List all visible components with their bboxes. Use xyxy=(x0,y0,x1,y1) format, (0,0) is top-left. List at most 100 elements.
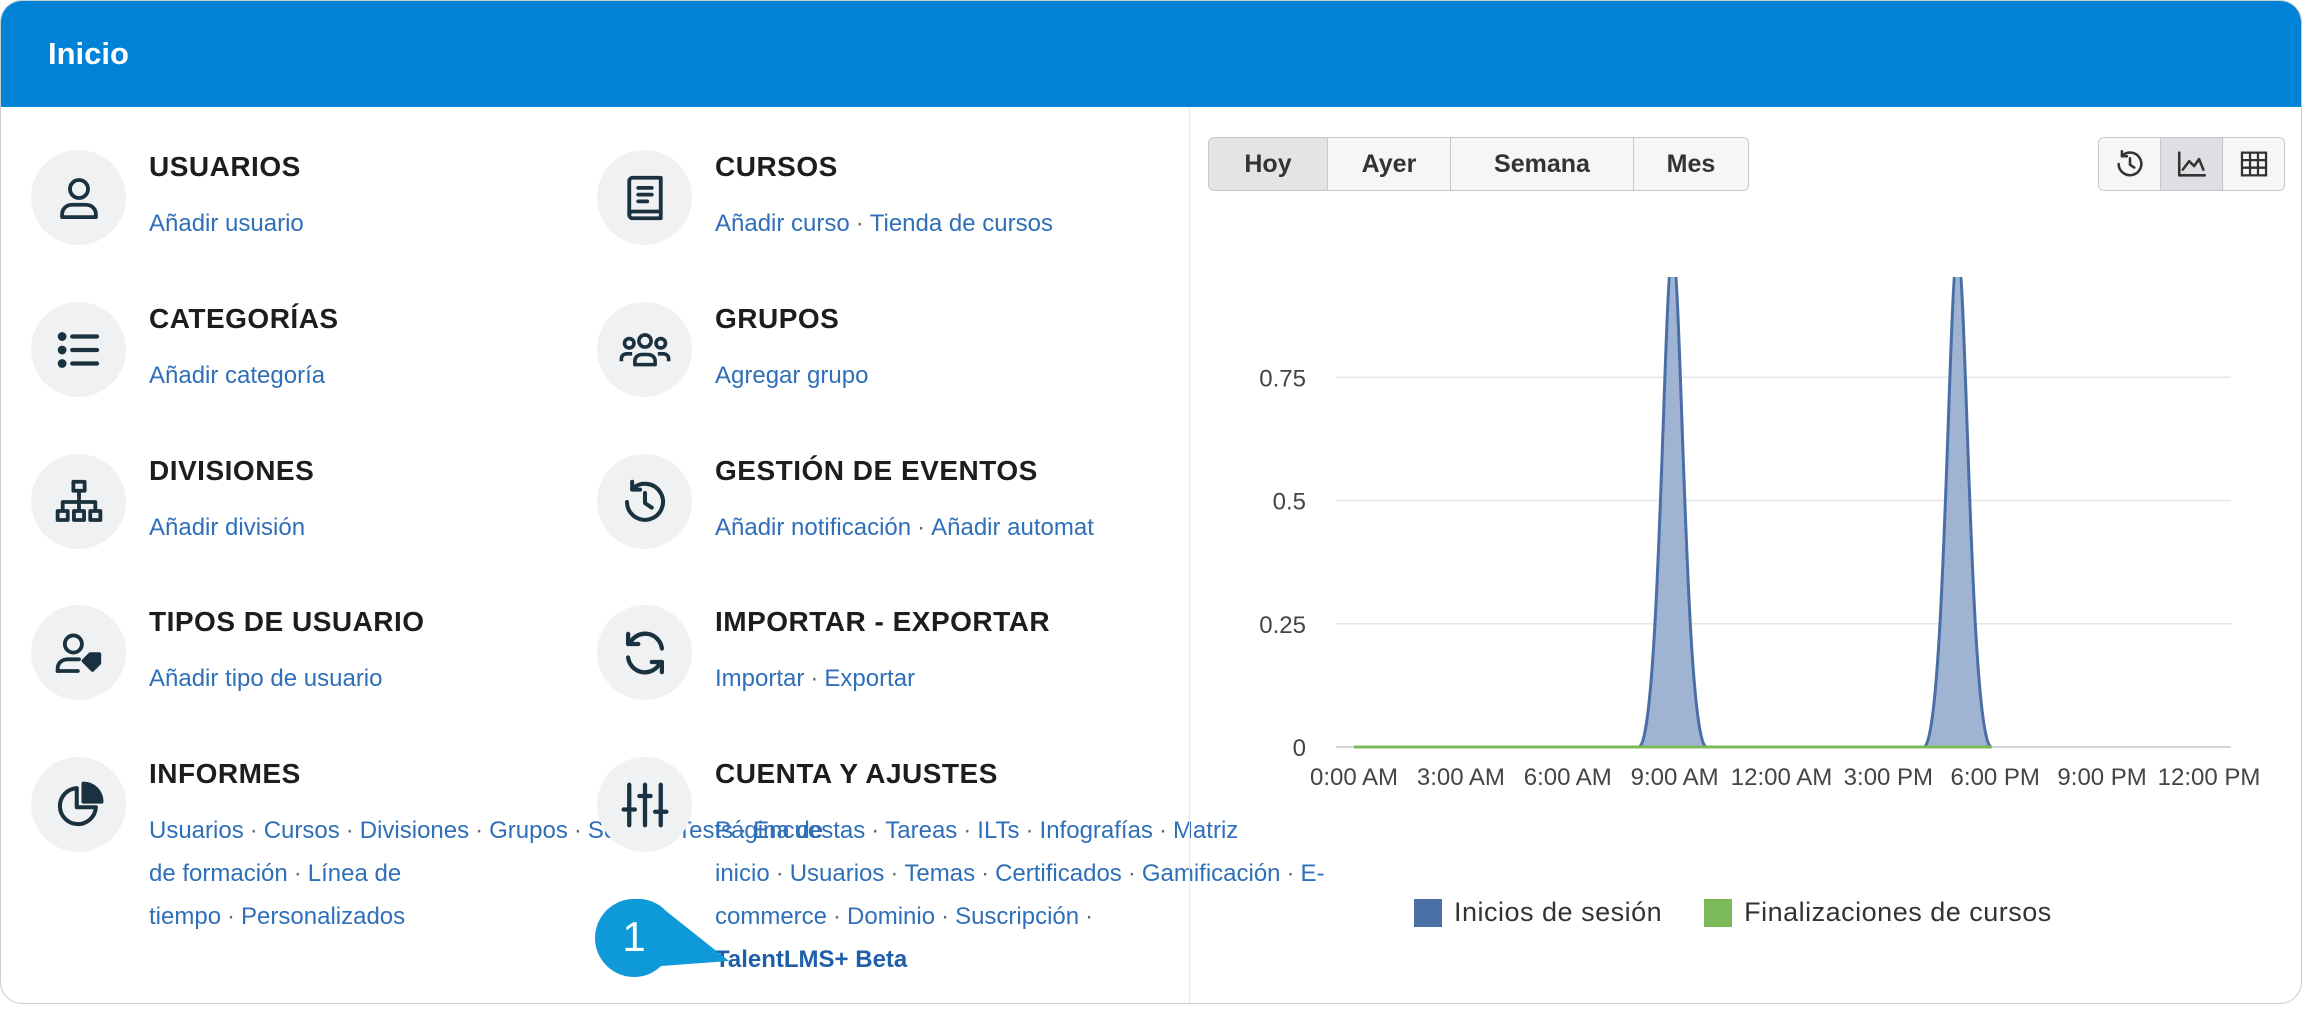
user-tag-icon[interactable] xyxy=(31,605,126,700)
legend-label: Finalizaciones de cursos xyxy=(1744,897,2052,927)
tile-title[interactable]: TIPOS DE USUARIO xyxy=(149,606,425,638)
org-chart-icon[interactable] xyxy=(31,454,126,549)
x-tick-label: 3:00 PM xyxy=(1844,764,1933,791)
tile-link[interactable]: Usuarios xyxy=(790,860,885,887)
tile-link[interactable]: Añadir tipo de usuario xyxy=(149,665,382,692)
tile-link[interactable]: Añadir usuario xyxy=(149,210,304,237)
tile-links: Añadir tipo de usuario xyxy=(149,657,589,700)
y-tick-label: 0.25 xyxy=(1259,612,1306,639)
tile-links: Usuarios·Cursos·Divisiones·Grupos·Scorm·… xyxy=(149,809,1238,938)
tile-title[interactable]: INFORMES xyxy=(149,758,301,790)
book-icon[interactable] xyxy=(597,150,692,245)
tile-link[interactable]: Temas xyxy=(904,860,975,887)
tile-title[interactable]: CUENTA Y AJUSTES xyxy=(715,758,998,790)
link-separator: · xyxy=(833,903,842,930)
tile-link[interactable]: Certificados xyxy=(995,860,1122,887)
login-peak xyxy=(1922,277,1994,749)
legend-swatch xyxy=(1414,898,1442,927)
tile-link[interactable]: Agregar grupo xyxy=(715,362,868,389)
tile-link[interactable]: Añadir categoría xyxy=(149,362,325,389)
activity-chart: 00.250.50.7510:00 AM3:00 AM6:00 AM9:00 A… xyxy=(1259,277,2260,791)
link-separator: · xyxy=(345,817,354,844)
history-icon[interactable] xyxy=(597,454,692,549)
tab-semana[interactable]: Semana xyxy=(1451,138,1634,190)
chart-legend: Inicios de sesión Finalizaciones de curs… xyxy=(1414,897,2094,928)
link-separator: · xyxy=(941,903,950,930)
tile-title[interactable]: USUARIOS xyxy=(149,151,301,183)
y-tick-label: 0 xyxy=(1293,735,1306,762)
pie-chart-icon[interactable] xyxy=(31,757,126,852)
dashboard-panel: Inicio USUARIOS Añadir usuario CATEGORÍA… xyxy=(0,0,2302,1004)
tile-link[interactable]: Añadir división xyxy=(149,514,305,541)
link-separator: · xyxy=(573,817,582,844)
link-separator: · xyxy=(1158,817,1167,844)
tile-link[interactable]: Añadir automat xyxy=(931,514,1094,541)
x-tick-label: 9:00 AM xyxy=(1631,764,1719,791)
tile-link[interactable]: Suscripción xyxy=(955,903,1079,930)
table-view-button[interactable] xyxy=(2223,138,2284,190)
sliders-icon[interactable] xyxy=(597,757,692,852)
tile-link[interactable]: Grupos xyxy=(489,817,568,844)
area-chart-icon xyxy=(2177,151,2206,177)
tile-link[interactable]: Usuarios xyxy=(149,817,244,844)
tile-link[interactable]: Añadir notificación xyxy=(715,514,911,541)
history-icon xyxy=(2116,149,2143,177)
link-separator: · xyxy=(917,514,926,541)
tile-title[interactable]: GESTIÓN DE EVENTOS xyxy=(715,455,1038,487)
link-separator: · xyxy=(1127,860,1136,887)
tile-link[interactable]: Dominio xyxy=(847,903,935,930)
tile-title[interactable]: DIVISIONES xyxy=(149,455,314,487)
legend-item-completions[interactable]: Finalizaciones de cursos xyxy=(1704,897,2052,928)
tile-title[interactable]: CURSOS xyxy=(715,151,838,183)
tile-links: Añadir usuario xyxy=(149,202,589,245)
group-icon[interactable] xyxy=(597,302,692,397)
link-separator: · xyxy=(293,860,302,887)
link-separator: · xyxy=(810,665,819,692)
tab-hoy[interactable]: Hoy xyxy=(1209,138,1328,190)
tile-title[interactable]: GRUPOS xyxy=(715,303,839,335)
chart-view-button[interactable] xyxy=(2161,138,2223,190)
tile-link[interactable]: Personalizados xyxy=(241,903,405,930)
tile-link[interactable]: Exportar xyxy=(824,665,915,692)
period-tabs: Hoy Ayer Semana Mes xyxy=(1208,137,1749,191)
tile-link[interactable]: Divisiones xyxy=(360,817,469,844)
talentlms-plus-link[interactable]: TalentLMS+ Beta xyxy=(715,946,907,973)
tab-ayer[interactable]: Ayer xyxy=(1328,138,1451,190)
x-tick-label: 9:00 PM xyxy=(2057,764,2146,791)
link-separator: · xyxy=(227,903,236,930)
y-tick-label: 0.5 xyxy=(1273,489,1306,516)
tab-mes[interactable]: Mes xyxy=(1634,138,1748,190)
tile-link[interactable]: Importar xyxy=(715,665,804,692)
tile-links: Página de inicio · Usuarios · Temas · Certific… xyxy=(715,809,1325,981)
tile-title[interactable]: IMPORTAR - EXPORTAR xyxy=(715,606,1050,638)
tile-links: Añadir curso · Tienda de cursos xyxy=(715,202,1155,245)
link-separator: · xyxy=(775,860,784,887)
x-tick-label: 0:00 AM xyxy=(1310,764,1398,791)
tile-link[interactable]: Añadir curso xyxy=(715,210,850,237)
step-callout: 1 xyxy=(595,898,729,977)
tile-link[interactable]: Tienda de cursos xyxy=(870,210,1053,237)
link-separator: · xyxy=(855,210,864,237)
sync-icon[interactable] xyxy=(597,605,692,700)
tile-links: Añadir categoría xyxy=(149,354,589,397)
link-separator: · xyxy=(249,817,258,844)
x-tick-label: 12:00 AM xyxy=(1731,764,1832,791)
legend-item-logins[interactable]: Inicios de sesión xyxy=(1414,897,1662,928)
user-icon[interactable] xyxy=(31,150,126,245)
login-peak xyxy=(1637,277,1709,749)
link-separator: · xyxy=(1085,903,1094,930)
tile-title[interactable]: CATEGORÍAS xyxy=(149,303,339,335)
callout-number: 1 xyxy=(622,913,645,960)
link-separator: · xyxy=(890,860,899,887)
link-separator: · xyxy=(475,817,484,844)
list-icon[interactable] xyxy=(31,302,126,397)
view-toggle xyxy=(2098,137,2285,191)
tile-links: Añadir división xyxy=(149,506,589,549)
legend-label: Inicios de sesión xyxy=(1454,897,1663,927)
table-grid-icon xyxy=(2240,151,2267,177)
tile-links: Añadir notificación · Añadir automat xyxy=(715,506,1155,549)
history-view-button[interactable] xyxy=(2099,138,2161,190)
tile-links: Importar · Exportar xyxy=(715,657,1155,700)
x-tick-label: 6:00 AM xyxy=(1524,764,1612,791)
tile-link[interactable]: Cursos xyxy=(264,817,340,844)
